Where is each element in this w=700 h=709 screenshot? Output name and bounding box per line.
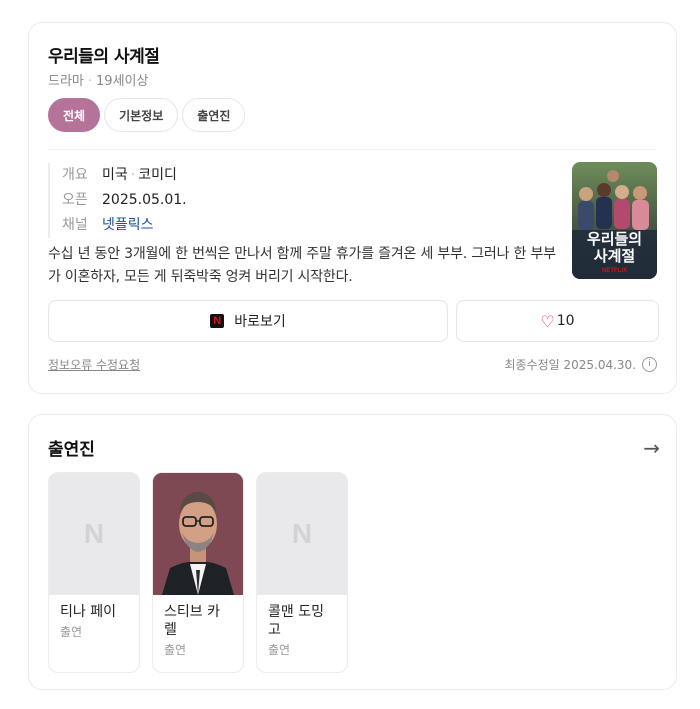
category-text: 코미디 bbox=[138, 167, 177, 183]
show-info-card: 우리들의 사계절 드라마 · 19세이상 전체 기본정보 출연진 개요 미국 · 코미디 … bbox=[28, 22, 677, 394]
overview-label: 개요 bbox=[62, 167, 88, 183]
tab-all[interactable]: 전체 bbox=[48, 98, 101, 132]
svg-text:사계절: 사계절 bbox=[594, 247, 635, 265]
show-title: 우리들의 사계절 bbox=[48, 47, 160, 67]
synopsis-text: 수십 년 동안 3개월에 한 번씩은 만나서 함께 주말 휴가를 즐겨온 세 부… bbox=[48, 246, 556, 285]
open-row: 오픈 2025.05.01. bbox=[62, 188, 187, 213]
tab-cast[interactable]: 출연진 bbox=[182, 98, 246, 132]
updated-text: 최종수정일 2025.04.30. bbox=[504, 358, 636, 372]
channel-label: 채널 bbox=[62, 217, 88, 233]
country-text: 미국 bbox=[102, 167, 128, 183]
cast-card: 출연진 → N 티나 페이 출연 스티브 카렐 출연 N 콜맨 도밍고 출연 bbox=[28, 414, 677, 690]
channel-row: 채널 넷플릭스 bbox=[62, 213, 187, 238]
naver-n-icon: N bbox=[291, 517, 313, 549]
cast-photo-placeholder: N bbox=[257, 473, 347, 595]
netflix-icon: N bbox=[210, 314, 225, 328]
show-poster[interactable]: 우리들의 사계절 NETFLIX bbox=[572, 162, 657, 279]
naver-n-icon: N bbox=[83, 517, 105, 549]
info-list: 개요 미국 · 코미디 오픈 2025.05.01. 채널 넷플릭스 bbox=[48, 163, 187, 238]
cast-role: 출연 bbox=[60, 625, 83, 639]
genre-text: 드라마 bbox=[48, 74, 84, 89]
last-updated: 최종수정일 2025.04.30. i bbox=[504, 356, 657, 373]
divider bbox=[48, 149, 657, 150]
cast-item[interactable]: 스티브 카렐 출연 bbox=[152, 472, 244, 673]
info-icon[interactable]: i bbox=[642, 357, 657, 372]
cast-role: 출연 bbox=[268, 643, 291, 657]
like-button[interactable]: ♡ 10 bbox=[456, 300, 659, 342]
cast-section-title: 출연진 bbox=[48, 440, 95, 460]
rating-text: 19세이상 bbox=[96, 74, 149, 89]
report-error-link[interactable]: 정보오류 수정요청 bbox=[48, 356, 140, 373]
like-count: 10 bbox=[556, 313, 575, 329]
cast-name: 콜맨 도밍고 bbox=[268, 604, 324, 638]
channel-link[interactable]: 넷플릭스 bbox=[102, 217, 154, 233]
cast-name: 스티브 카렐 bbox=[164, 604, 220, 638]
tab-basic-info[interactable]: 기본정보 bbox=[104, 98, 179, 132]
open-date: 2025.05.01. bbox=[102, 192, 187, 208]
watch-label: 바로보기 bbox=[234, 314, 286, 330]
open-label: 오픈 bbox=[62, 192, 88, 208]
overview-row: 개요 미국 · 코미디 bbox=[62, 163, 187, 188]
svg-text:NETFLIX: NETFLIX bbox=[602, 268, 627, 274]
cast-photo bbox=[153, 473, 243, 595]
cast-item[interactable]: N 콜맨 도밍고 출연 bbox=[256, 472, 348, 673]
cast-list: N 티나 페이 출연 스티브 카렐 출연 N 콜맨 도밍고 출연 bbox=[48, 472, 348, 673]
cast-role: 출연 bbox=[164, 643, 187, 657]
tab-bar: 전체 기본정보 출연진 bbox=[48, 98, 246, 132]
heart-icon: ♡ bbox=[540, 311, 555, 331]
cast-item[interactable]: N 티나 페이 출연 bbox=[48, 472, 140, 673]
cast-name: 티나 페이 bbox=[60, 604, 116, 620]
cast-photo-placeholder: N bbox=[49, 473, 139, 595]
show-subtitle: 드라마 · 19세이상 bbox=[48, 74, 149, 89]
arrow-right-icon[interactable]: → bbox=[643, 435, 660, 461]
watch-button[interactable]: N 바로보기 bbox=[48, 300, 448, 342]
svg-text:우리들의: 우리들의 bbox=[587, 230, 642, 248]
